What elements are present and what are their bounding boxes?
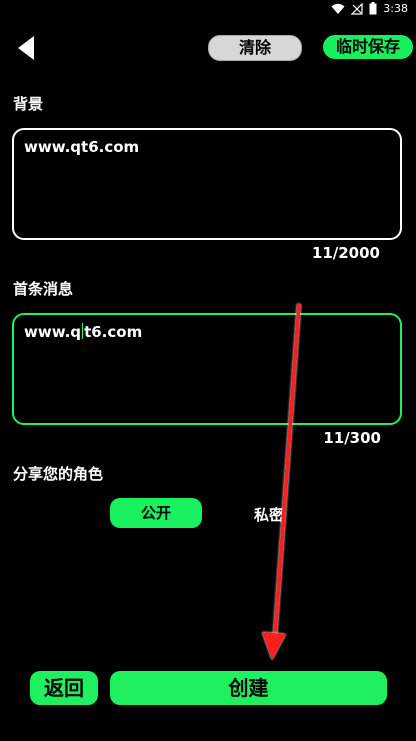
- background-field-text: www.qt6.com: [24, 138, 140, 156]
- option-private[interactable]: 私密: [254, 504, 284, 525]
- create-button[interactable]: 创建: [110, 671, 387, 705]
- text-cursor: [82, 323, 84, 339]
- back-button[interactable]: [14, 34, 36, 62]
- battery-icon: [369, 2, 377, 15]
- background-counter: 11/2000: [311, 244, 380, 262]
- first-message-field[interactable]: www.q t6.com: [12, 313, 402, 425]
- status-icons: 3:38: [331, 2, 408, 15]
- footer-back-button[interactable]: 返回: [30, 671, 98, 705]
- temp-save-button[interactable]: 临时保存: [323, 35, 413, 59]
- chevron-left-icon: [18, 36, 34, 60]
- background-label: 背景: [13, 95, 44, 113]
- signal-icon: [351, 2, 363, 15]
- first-message-counter: 11/300: [323, 429, 381, 447]
- status-time: 3:38: [383, 2, 408, 15]
- share-label: 分享您的角色: [13, 465, 104, 483]
- first-message-text-part1: www.q: [24, 323, 82, 341]
- option-public[interactable]: 公开: [110, 498, 202, 528]
- clear-button[interactable]: 清除: [208, 35, 302, 61]
- first-message-text-part2: t6.com: [84, 323, 143, 341]
- background-field[interactable]: www.qt6.com: [12, 128, 402, 240]
- first-message-label: 首条消息: [13, 280, 74, 298]
- wifi-icon: [331, 3, 345, 14]
- status-bar: 3:38: [0, 0, 416, 18]
